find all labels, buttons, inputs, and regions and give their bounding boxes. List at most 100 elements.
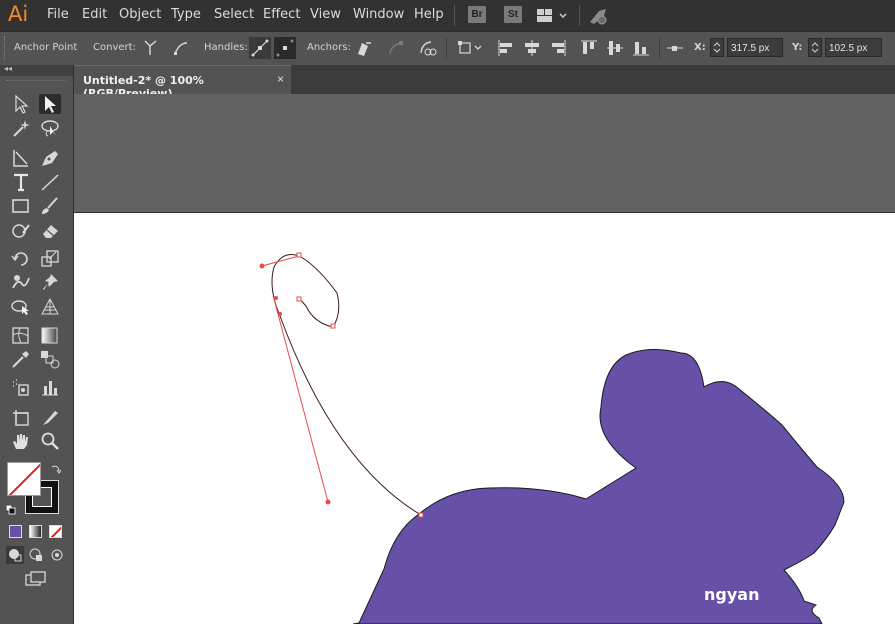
show-handles-button[interactable] (249, 37, 271, 59)
draw-normal-icon (9, 549, 22, 562)
selection-tool[interactable] (10, 94, 32, 114)
menu-file[interactable]: File (47, 7, 69, 22)
type-tool[interactable] (10, 172, 32, 192)
menu-edit[interactable]: Edit (82, 7, 107, 22)
draw-normal-button[interactable] (6, 546, 24, 564)
magic-wand-icon (13, 120, 30, 137)
gradient-mode-button[interactable] (29, 525, 42, 538)
draw-behind-button[interactable] (27, 546, 45, 564)
stock-button[interactable]: St (504, 6, 522, 23)
align-left-button[interactable] (495, 37, 517, 59)
collapse-panel-icon[interactable]: ◂◂ (4, 64, 12, 73)
hand-icon (13, 434, 28, 449)
paintbrush-tool[interactable] (39, 196, 61, 216)
rectangle-tool[interactable] (10, 196, 32, 216)
x-position-field[interactable]: 317.5 px (727, 38, 783, 57)
control-bar: Anchor Point Convert: Handles: Anchors: (0, 31, 895, 66)
anchor-point (296, 296, 302, 302)
artboard-icon (13, 410, 29, 426)
perspective-grid-tool[interactable] (39, 296, 61, 316)
warp-icon (12, 275, 30, 289)
menu-select[interactable]: Select (214, 7, 254, 22)
menu-object[interactable]: Object (119, 7, 161, 22)
menu-type[interactable]: Type (171, 7, 201, 22)
fill-swatch-front[interactable] (7, 462, 41, 496)
watermark-text: ngyan (704, 585, 760, 604)
remove-anchor-button[interactable] (352, 37, 374, 59)
swap-fill-stroke-button[interactable] (50, 462, 62, 474)
symbol-sprayer-tool[interactable] (10, 377, 32, 397)
draw-inside-icon (51, 549, 63, 561)
color-mode-button[interactable] (9, 525, 22, 538)
show-handles-icon (251, 39, 269, 57)
menu-help[interactable]: Help (414, 7, 444, 22)
none-fill-slash (8, 463, 40, 495)
direct-selection-tool[interactable] (39, 94, 61, 114)
line-segment-tool[interactable] (39, 172, 61, 192)
artboard-tool[interactable] (10, 407, 32, 427)
align-right-button[interactable] (547, 37, 569, 59)
hand-tool[interactable] (10, 431, 32, 451)
isolate-icon (458, 41, 482, 54)
gpu-performance-button[interactable] (588, 6, 610, 26)
blend-tool[interactable] (39, 349, 61, 369)
draw-behind-icon (29, 548, 42, 561)
menu-effect[interactable]: Effect (263, 7, 300, 22)
convert-to-smooth-button[interactable] (170, 37, 192, 59)
menu-window[interactable]: Window (353, 7, 404, 22)
puppet-warp-tool[interactable] (39, 272, 61, 292)
arrange-documents-button[interactable] (537, 8, 567, 24)
align-bottom-button[interactable] (630, 37, 652, 59)
align-center-button[interactable] (521, 37, 543, 59)
bridge-button[interactable]: Br (468, 6, 486, 23)
draw-inside-button[interactable] (48, 546, 66, 564)
y-stepper[interactable] (808, 38, 822, 57)
align-top-button[interactable] (578, 37, 600, 59)
zoom-tool[interactable] (39, 431, 61, 451)
x-stepper[interactable] (710, 38, 724, 57)
default-colors-button[interactable] (5, 502, 16, 515)
hide-handles-button[interactable] (274, 37, 296, 59)
pasteboard[interactable] (74, 94, 895, 213)
mesh-tool[interactable] (10, 325, 32, 345)
slice-knife-icon (43, 411, 58, 425)
align-middle-button[interactable] (604, 37, 626, 59)
close-tab-button[interactable]: × (277, 72, 284, 86)
shaper-tool[interactable] (10, 220, 32, 240)
shape-builder-icon (11, 300, 29, 315)
menu-view[interactable]: View (310, 7, 341, 22)
isolate-button[interactable] (456, 37, 486, 59)
rotate-tool[interactable] (10, 248, 32, 268)
convert-label: Convert: (93, 42, 136, 53)
magic-wand-tool[interactable] (10, 118, 32, 138)
scale-tool[interactable] (39, 248, 61, 268)
warp-tool[interactable] (10, 272, 32, 292)
eraser-tool[interactable] (39, 220, 61, 240)
reference-point-icon (667, 46, 683, 51)
curvature-tool[interactable] (10, 148, 32, 168)
y-position-field[interactable]: 102.5 px (825, 38, 882, 57)
reference-point-button[interactable] (664, 37, 686, 59)
eyedropper-tool[interactable] (10, 349, 32, 369)
gradient-tool[interactable] (39, 325, 61, 345)
align-right-icon (552, 40, 566, 56)
column-graph-tool[interactable] (39, 377, 61, 397)
slice-tool[interactable] (39, 407, 61, 427)
none-mode-button[interactable] (49, 525, 62, 538)
connect-anchors-button[interactable] (385, 37, 407, 59)
blend-icon (41, 351, 60, 369)
convert-to-corner-button[interactable] (139, 37, 161, 59)
document-tab[interactable]: Untitled-2* @ 100% (RGB/Preview) × (74, 65, 291, 100)
symbol-sprayer-icon (13, 379, 29, 396)
direction-handle (274, 296, 278, 300)
artboard-canvas[interactable] (74, 213, 895, 624)
lasso-tool[interactable] (39, 118, 61, 138)
tools-panel-header[interactable]: ◂◂ (0, 64, 73, 76)
direction-line (261, 255, 300, 267)
cut-path-button[interactable] (416, 37, 438, 59)
artwork-svg[interactable] (74, 213, 895, 624)
pen-tool[interactable] (39, 148, 61, 168)
menu-divider (454, 5, 455, 26)
screen-mode-button[interactable] (24, 570, 48, 588)
shape-builder-tool[interactable] (10, 296, 32, 316)
